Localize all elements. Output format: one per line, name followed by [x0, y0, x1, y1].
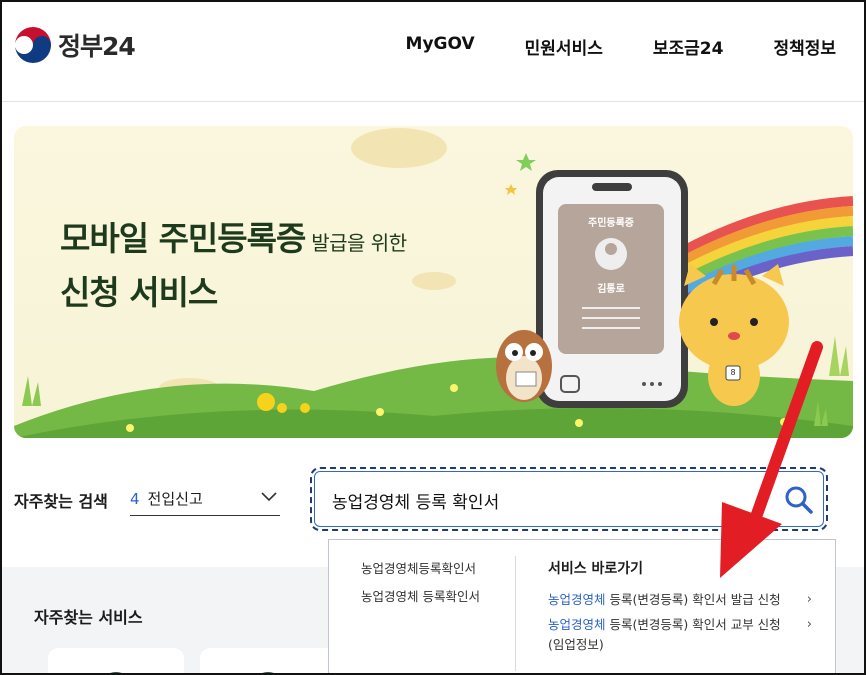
suggestion-list: 농업경영체등록확인서 농업경영체 등록확인서: [361, 558, 480, 614]
search-box[interactable]: [310, 467, 828, 531]
freq-search-value: 전입신고: [147, 490, 203, 508]
chevron-down-icon: [261, 492, 277, 502]
nav-item-subsidy24[interactable]: 보조금24: [653, 34, 724, 59]
shortcut-heading: 서비스 바로가기: [548, 561, 644, 577]
search-input[interactable]: [332, 485, 772, 515]
service-shortcuts: 서비스 바로가기 농업경영체 등록(변경등록) 확인서 발급 신청 › 농업경영…: [548, 558, 818, 660]
shortcut-link-highlight: 농업경영체: [548, 617, 606, 632]
shortcut-link-text: 등록(변경등록) 확인서 발급 신청: [605, 592, 781, 607]
freq-search-label: 자주찾는 검색: [14, 492, 108, 511]
banner-title-main: 모바일 주민등록증: [60, 219, 306, 258]
services-title: 자주찾는 서비스: [34, 608, 143, 627]
service-card[interactable]: [48, 648, 184, 673]
nav-item-mygov[interactable]: MyGOV: [406, 34, 475, 59]
shortcut-link-delivery[interactable]: 농업경영체 등록(변경등록) 확인서 교부 신청 (임업정보) ›: [548, 615, 818, 655]
banner-title-small: 발급을 위한: [305, 231, 407, 255]
phone-card-name: 김통로: [597, 284, 625, 295]
freq-search-rank: 4: [130, 489, 140, 508]
banner-title-line2: 신청 서비스: [60, 273, 218, 312]
main-nav: MyGOV 민원서비스 보조금24 정책정보: [406, 34, 836, 59]
site-header: 정부24 MyGOV 민원서비스 보조금24 정책정보: [2, 2, 864, 102]
chevron-right-icon: ›: [806, 617, 812, 632]
mascot-badge: 8: [730, 368, 736, 377]
banner-title: 모바일 주민등록증 발급을 위한 신청 서비스: [60, 214, 407, 318]
browser-frame: 정부24 MyGOV 민원서비스 보조금24 정책정보 모바일 주민등록증 발급…: [0, 0, 866, 675]
freq-search-select[interactable]: 4 전입신고: [130, 482, 280, 516]
search-icon[interactable]: [782, 483, 816, 517]
site-logo[interactable]: 정부24: [14, 26, 136, 64]
service-card[interactable]: [200, 648, 336, 673]
logo-text: 정부24: [58, 32, 136, 61]
suggestion-item[interactable]: 농업경영체 등록확인서: [361, 586, 480, 605]
nav-item-civil-services[interactable]: 민원서비스: [525, 34, 603, 59]
search-autocomplete: 농업경영체등록확인서 농업경영체 등록확인서 서비스 바로가기 농업경영체 등록…: [328, 539, 836, 673]
nav-item-policy-info[interactable]: 정책정보: [773, 34, 836, 59]
chevron-right-icon: ›: [806, 592, 812, 607]
taegeuk-emblem-icon: [15, 27, 51, 63]
shortcut-link-issue[interactable]: 농업경영체 등록(변경등록) 확인서 발급 신청 ›: [548, 590, 818, 610]
shortcut-link-highlight: 농업경영체: [548, 592, 606, 607]
dropdown-divider: [515, 556, 516, 671]
promo-banner[interactable]: 모바일 주민등록증 발급을 위한 신청 서비스 주민등록증 김통로 8: [14, 126, 853, 438]
suggestion-item[interactable]: 농업경영체등록확인서: [361, 558, 480, 577]
phone-card-title: 주민등록증: [588, 218, 634, 229]
